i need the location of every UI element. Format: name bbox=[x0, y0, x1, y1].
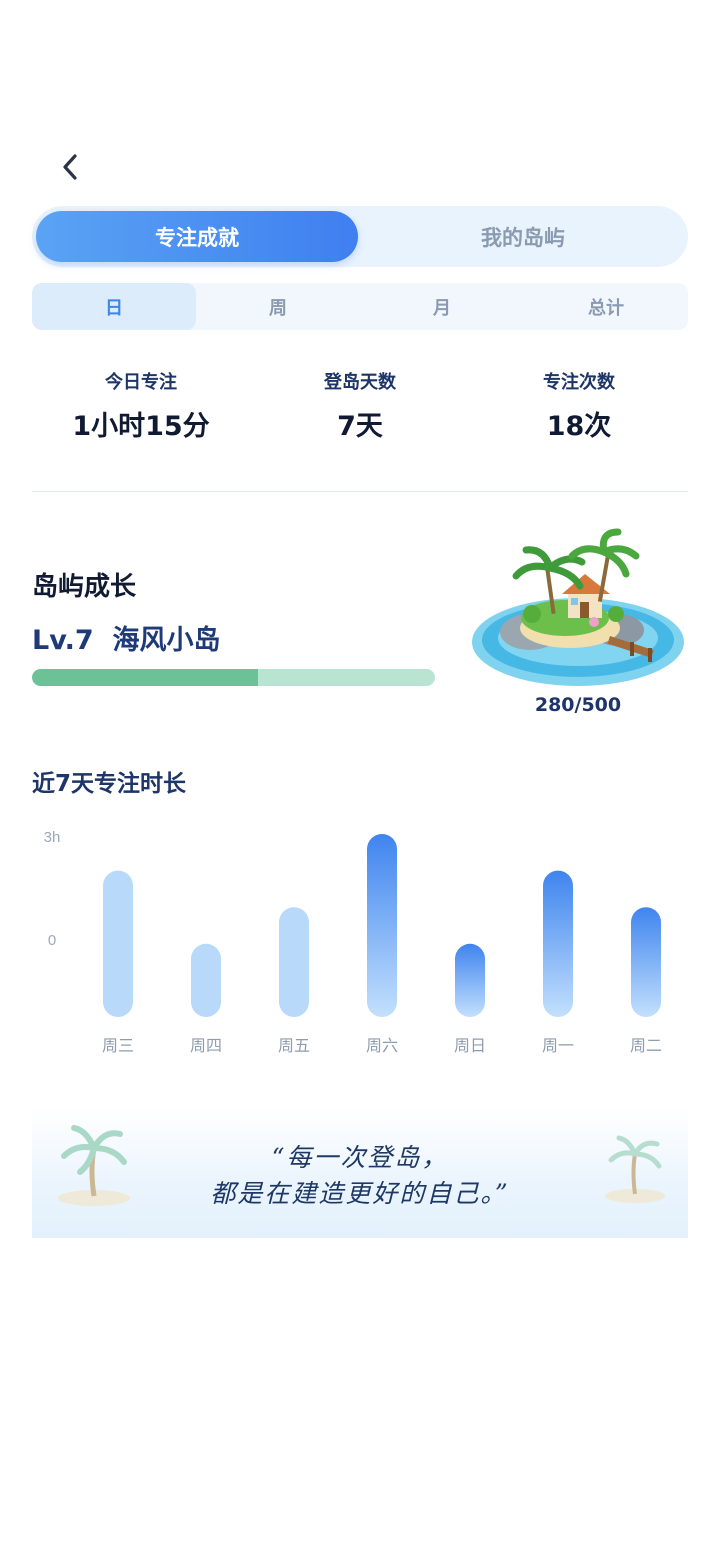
x-tick-label: 周三 bbox=[102, 1036, 134, 1055]
chart-bar bbox=[631, 907, 661, 1017]
quote-banner: “每一次登岛， 都是在建造更好的自己。” bbox=[32, 1108, 688, 1238]
growth-progress-fill bbox=[32, 669, 258, 686]
x-tick-label: 周日 bbox=[454, 1036, 486, 1055]
x-tick-label: 周二 bbox=[630, 1036, 662, 1055]
chart-bar bbox=[191, 943, 221, 1017]
stat-value: 7天 bbox=[337, 411, 383, 442]
tab-total[interactable]: 总计 bbox=[524, 283, 688, 330]
island-illustration bbox=[472, 528, 684, 686]
tab-month[interactable]: 月 bbox=[360, 283, 524, 330]
x-tick-label: 周五 bbox=[278, 1036, 310, 1055]
x-tick-label: 周一 bbox=[542, 1036, 574, 1055]
growth-progress-bar bbox=[32, 669, 435, 686]
chart-bar bbox=[279, 907, 309, 1017]
tab-week[interactable]: 周 bbox=[196, 283, 360, 330]
y-tick-label: 3h bbox=[44, 829, 61, 846]
chart-bar bbox=[543, 870, 573, 1017]
stat-focus-count: 专注次数 18次 bbox=[469, 368, 689, 443]
chart-title: 近7天专注时长 bbox=[32, 771, 187, 797]
growth-title: 岛屿成长 bbox=[32, 572, 137, 602]
stat-value: 18次 bbox=[546, 411, 612, 442]
stat-label: 专注次数 bbox=[543, 372, 615, 393]
y-tick-label: 0 bbox=[48, 932, 56, 949]
stat-label: 今日专注 bbox=[105, 372, 177, 393]
chart-bar bbox=[103, 870, 133, 1017]
quote-line-2: 都是在建造更好的自己。” bbox=[210, 1179, 510, 1208]
stat-today-focus: 今日专注 1小时15分 bbox=[31, 368, 251, 443]
tab-my-island[interactable]: 我的岛屿 bbox=[362, 211, 684, 262]
tab-day[interactable]: 日 bbox=[32, 283, 196, 330]
chart-bar bbox=[367, 834, 397, 1017]
stat-island-days: 登岛天数 7天 bbox=[250, 368, 470, 443]
stat-value: 1小时15分 bbox=[72, 411, 210, 442]
chevron-left-icon bbox=[63, 154, 77, 180]
focus-duration-chart: 3h 0 周三 周四 周五 周六 周日 周一 周二 bbox=[44, 829, 662, 1055]
quote-line-1: “每一次登岛， bbox=[271, 1143, 449, 1172]
tab-focus-achievement[interactable]: 专注成就 bbox=[36, 211, 358, 262]
x-tick-label: 周四 bbox=[190, 1036, 222, 1055]
island-level: Lv.7 海风小岛 bbox=[32, 625, 221, 656]
main-tab-bar: 专注成就 我的岛屿 bbox=[32, 206, 688, 267]
period-tab-bar: 日 周 月 总计 bbox=[32, 283, 688, 330]
x-tick-label: 周六 bbox=[366, 1036, 398, 1055]
stat-label: 登岛天数 bbox=[324, 372, 396, 393]
growth-progress-text: 280/500 bbox=[534, 694, 622, 716]
divider bbox=[32, 491, 688, 492]
back-button[interactable] bbox=[48, 145, 92, 189]
chart-bar bbox=[455, 943, 485, 1017]
